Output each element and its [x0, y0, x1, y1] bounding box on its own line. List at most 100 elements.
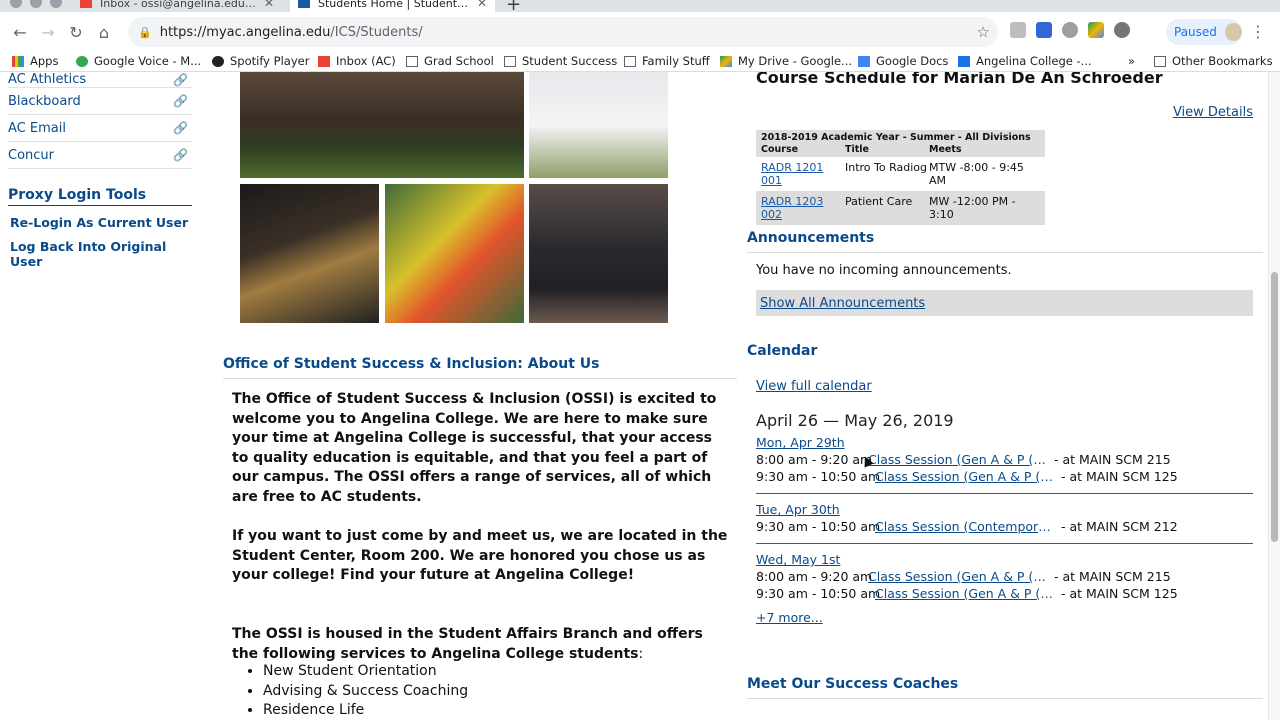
home-icon[interactable]: ⌂: [90, 23, 118, 42]
calendar-section: Calendar View full calendar April 26 — M…: [747, 343, 1263, 625]
folder-icon: [406, 55, 418, 67]
photo-collage: [240, 72, 670, 324]
gmail-icon: [318, 55, 330, 67]
course-link[interactable]: RADR 1203 002: [761, 195, 845, 221]
link-icon: 🔗: [173, 148, 188, 162]
bookmark-star-icon[interactable]: ☆: [977, 23, 990, 41]
day-link[interactable]: Wed, May 1st: [756, 552, 1253, 567]
nav-link-blackboard[interactable]: Blackboard 🔗: [8, 88, 192, 115]
list-item: Residence Life: [263, 701, 468, 720]
window-zoom-dot[interactable]: [50, 0, 62, 8]
more-events-link[interactable]: +7 more...: [756, 610, 1263, 625]
nav-link-ac-athletics[interactable]: AC Athletics 🔗: [8, 72, 192, 88]
bookmark-my-drive[interactable]: My Drive - Google...: [720, 54, 852, 68]
event-link[interactable]: Class Session (Gen A & P (B...: [868, 452, 1046, 467]
apps-grid-icon: [12, 55, 24, 67]
soccer-players-photo: [385, 184, 524, 323]
google-voice-icon: [76, 55, 88, 67]
log-back-original-user-link[interactable]: Log Back Into Original User: [8, 239, 192, 269]
extension-icon[interactable]: [1010, 22, 1026, 38]
record-extension-icon[interactable]: [1062, 22, 1078, 38]
bookmark-grad-school[interactable]: Grad School: [406, 54, 494, 68]
spotify-icon: [212, 55, 224, 67]
calendar-event: 8:00 am - 9:20 am Class Session (Gen A & …: [756, 569, 1171, 584]
about-paragraph: The OSSI is housed in the Student Affair…: [232, 625, 703, 662]
bookmark-extension-icon[interactable]: [1036, 22, 1052, 38]
bookmarks-bar: Apps Google Voice - M... Spotify Player …: [0, 52, 1280, 72]
course-schedule-table: 2018-2019 Academic Year - Summer - All D…: [756, 130, 1045, 225]
proxy-login-tools-title: Proxy Login Tools: [8, 187, 192, 206]
page-scrollbar[interactable]: [1268, 72, 1280, 720]
scrollbar-thumb[interactable]: [1271, 272, 1278, 542]
event-link[interactable]: Class Session (Gen A & P (B...: [868, 569, 1046, 584]
bookmark-apps[interactable]: Apps: [12, 54, 58, 68]
window-minimize-dot[interactable]: [30, 0, 42, 8]
event-link[interactable]: Class Session (Gen A & P (B...: [875, 469, 1053, 484]
baseball-player-photo: [529, 72, 668, 178]
address-bar[interactable]: 🔒 https://myac.angelina.edu/ICS/Students…: [128, 17, 998, 47]
calendar-icon: [958, 55, 970, 67]
close-icon[interactable]: ✕: [264, 0, 274, 10]
bookmark-inbox-ac[interactable]: Inbox (AC): [318, 54, 396, 68]
bookmark-family-stuff[interactable]: Family Stuff: [624, 54, 710, 68]
tab-students-home[interactable]: Students Home | Students | Po ✕: [290, 0, 495, 12]
bookmark-google-voice[interactable]: Google Voice - M...: [76, 54, 201, 68]
event-link[interactable]: Class Session (Contempora...: [875, 519, 1053, 534]
new-tab-button[interactable]: +: [506, 0, 521, 12]
google-drive-icon[interactable]: [1088, 22, 1104, 38]
calendar-event: 9:30 am - 10:50 am Class Session (Gen A &…: [756, 586, 1178, 601]
bookmark-student-success[interactable]: Student Success: [504, 54, 617, 68]
bookmark-spotify[interactable]: Spotify Player: [212, 54, 309, 68]
calendar-day: Wed, May 1st 8:00 am - 9:20 am Class Sess…: [756, 552, 1253, 601]
table-row: RADR 1203 002 Patient Care MW -12:00 PM …: [756, 191, 1045, 225]
left-nav: AC Athletics 🔗 Blackboard 🔗 AC Email 🔗 Conc…: [8, 72, 192, 269]
nav-link-ac-email[interactable]: AC Email 🔗: [8, 115, 192, 142]
window-close-dot[interactable]: [10, 0, 22, 8]
close-icon[interactable]: ✕: [477, 0, 487, 10]
event-link[interactable]: Class Session (Gen A & P (B...: [875, 586, 1053, 601]
calendar-title: Calendar: [747, 343, 818, 359]
course-link[interactable]: RADR 1201 001: [761, 161, 845, 187]
forward-arrow-icon[interactable]: →: [34, 23, 62, 42]
reload-icon[interactable]: ↻: [62, 23, 90, 42]
view-details-link[interactable]: View Details: [1173, 105, 1253, 120]
success-coaches-section: Meet Our Success Coaches: [747, 676, 1263, 699]
browser-toolbar: ← → ↻ ⌂ 🔒 https://myac.angelina.edu/ICS/…: [0, 12, 1280, 52]
bookmarks-overflow-button[interactable]: »: [1128, 54, 1135, 68]
folder-icon: [504, 55, 516, 67]
site-favicon-icon: [298, 0, 310, 8]
kebab-menu-icon[interactable]: ⋮: [1250, 22, 1266, 41]
relogin-current-user-link[interactable]: Re-Login As Current User: [8, 215, 192, 230]
bookmark-google-docs[interactable]: Google Docs: [858, 54, 948, 68]
tab-inbox[interactable]: Inbox - ossi@angelina.edu - A ✕: [72, 0, 282, 12]
announcements-title: Announcements: [747, 230, 1263, 253]
link-icon: 🔗: [173, 121, 188, 135]
show-all-announcements-link[interactable]: Show All Announcements: [756, 290, 1253, 316]
extensions-area: [1010, 22, 1130, 38]
list-item: Advising & Success Coaching: [263, 682, 468, 702]
avatar: [1224, 23, 1242, 41]
about-us-body: The Office of Student Success & Inclusio…: [232, 390, 732, 684]
view-full-calendar-link[interactable]: View full calendar: [756, 379, 1263, 394]
about-paragraph: If you want to just come by and meet us,…: [232, 528, 728, 584]
calendar-range: April 26 — May 26, 2019: [756, 411, 954, 430]
nav-link-concur[interactable]: Concur 🔗: [8, 142, 192, 169]
day-link[interactable]: Mon, Apr 29th: [756, 435, 1253, 450]
folder-icon: [1154, 55, 1166, 67]
calendar-event: 9:30 am - 10:50 am Class Session (Contemp…: [756, 519, 1178, 534]
day-link[interactable]: Tue, Apr 30th: [756, 502, 1253, 517]
graduates-photo: [529, 184, 668, 323]
extension-icon[interactable]: [1114, 22, 1130, 38]
bookmark-angelina-college[interactable]: Angelina College -...: [958, 54, 1092, 68]
gmail-icon: [80, 0, 92, 8]
lock-icon: 🔒: [138, 25, 152, 39]
table-row: RADR 1201 001 Intro To Radiog MTW -8:00 …: [756, 157, 1045, 191]
announcements-section: Announcements You have no incoming annou…: [747, 230, 1263, 316]
google-drive-icon: [720, 55, 732, 67]
other-bookmarks[interactable]: Other Bookmarks: [1154, 54, 1273, 68]
profile-paused-button[interactable]: Paused: [1166, 19, 1242, 45]
success-coaches-title: Meet Our Success Coaches: [747, 676, 1263, 699]
calendar-day: Mon, Apr 29th 8:00 am - 9:20 am Class Ses…: [756, 435, 1253, 494]
announcements-empty-text: You have no incoming announcements.: [756, 263, 1012, 278]
back-arrow-icon[interactable]: ←: [6, 23, 34, 42]
